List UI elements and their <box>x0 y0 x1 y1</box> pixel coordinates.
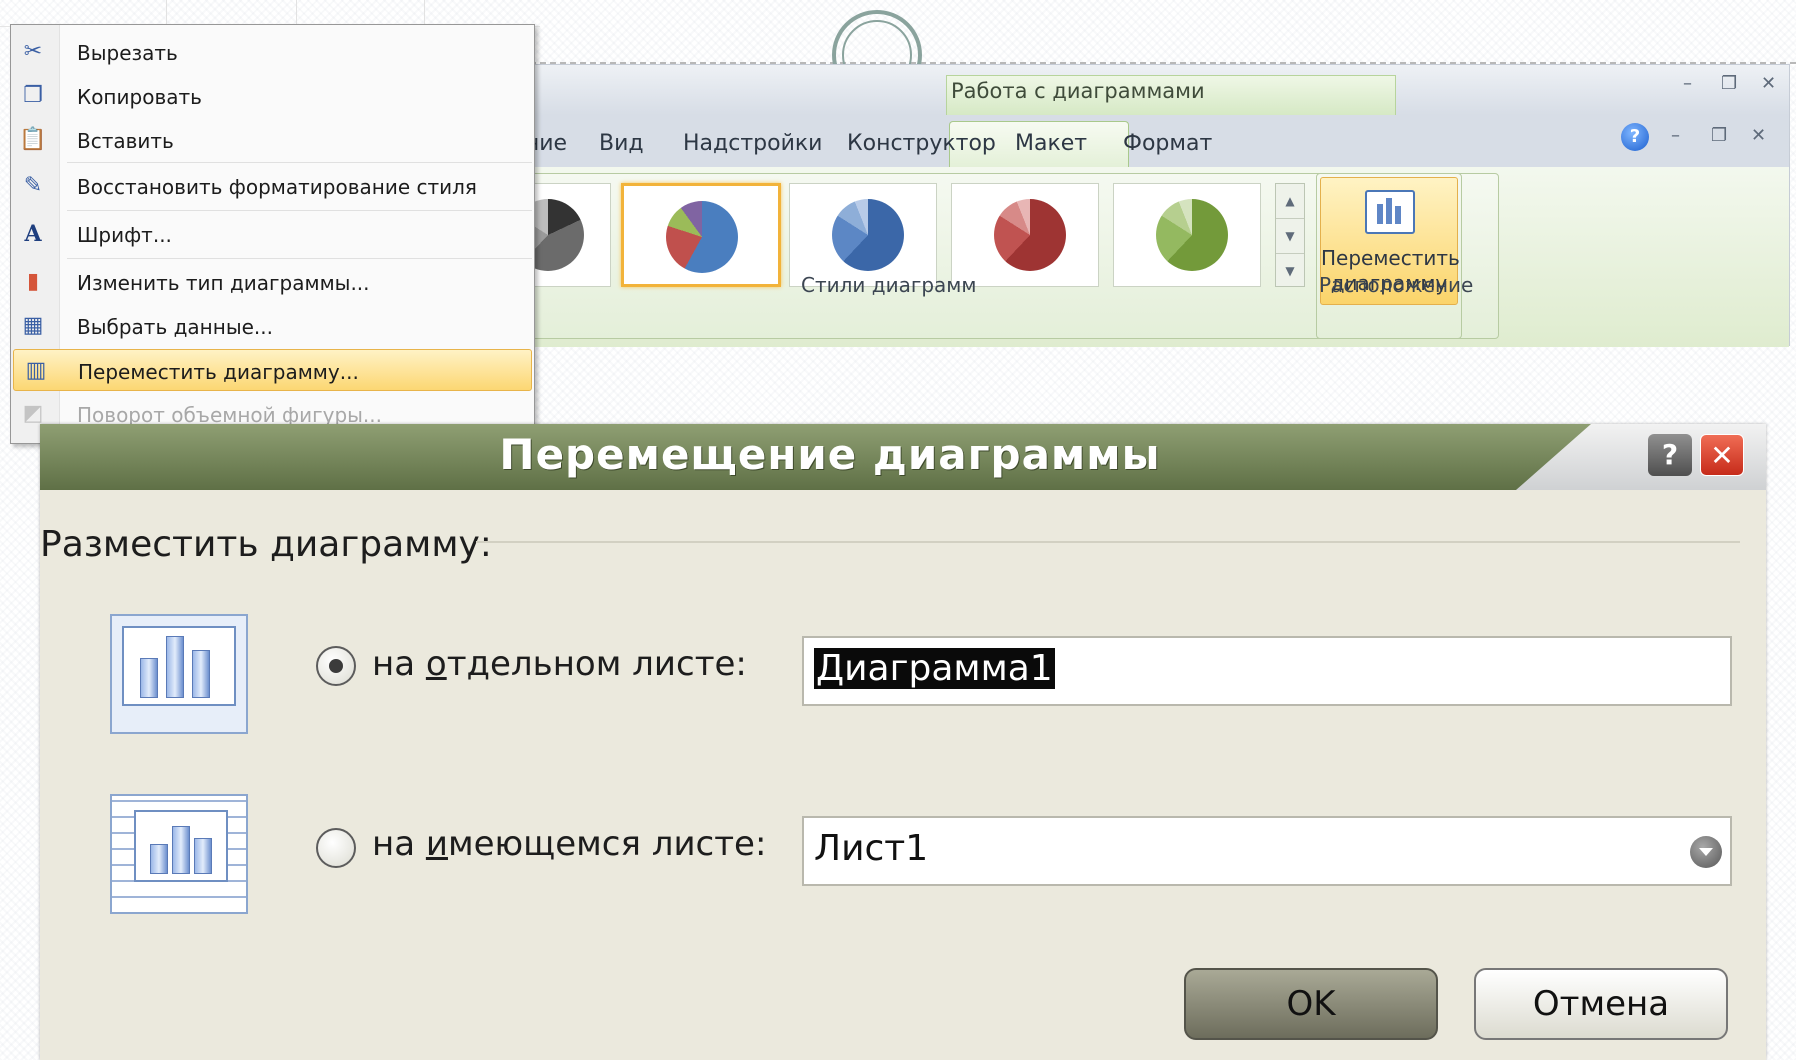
chart-style-2-selected[interactable] <box>621 183 781 287</box>
scroll-up-icon[interactable]: ▲ <box>1276 184 1304 219</box>
tab-format[interactable]: Формат <box>1123 131 1212 156</box>
existing-sheet-label: на имеющемся листе: <box>372 824 767 864</box>
chart-styles-group-label: Стили диаграмм <box>801 273 977 297</box>
ribbon-close-icon[interactable]: ✕ <box>1751 125 1766 146</box>
dialog-close-button[interactable]: ✕ <box>1700 434 1744 476</box>
chart-style-3[interactable] <box>789 183 937 287</box>
tab-design[interactable]: Конструктор <box>847 131 996 156</box>
dialog-title: Перемещение диаграммы <box>499 430 1161 479</box>
chart-type-icon: ▮ <box>26 269 40 294</box>
chart-style-4[interactable] <box>951 183 1099 287</box>
cancel-button[interactable]: Отмена <box>1474 968 1728 1040</box>
menu-item-paste[interactable]: 📋 Вставить <box>11 119 534 161</box>
new-sheet-label: на отдельном листе: <box>372 644 747 684</box>
scroll-down-icon[interactable]: ▼ <box>1276 219 1304 254</box>
styles-gallery-scroller[interactable]: ▲ ▼ ▼ <box>1275 183 1305 287</box>
new-sheet-name-input[interactable]: Диаграмма1 <box>802 636 1732 706</box>
menu-separator <box>67 210 532 211</box>
existing-sheet-chart-icon <box>110 794 248 914</box>
close-window-icon[interactable]: ✕ <box>1761 73 1776 94</box>
section-divider <box>476 541 1740 543</box>
menu-item-reset-style[interactable]: ✎ Восстановить форматирование стиля <box>11 165 534 207</box>
existing-sheet-combobox[interactable]: Лист1 <box>802 816 1732 886</box>
gallery-more-icon[interactable]: ▼ <box>1276 254 1304 288</box>
scissors-icon: ✂ <box>23 39 43 64</box>
font-icon: A <box>24 221 42 247</box>
ribbon-minimize-icon[interactable]: – <box>1671 125 1680 146</box>
move-chart-icon <box>1365 190 1415 234</box>
ok-button[interactable]: OK <box>1184 968 1438 1040</box>
menu-separator <box>67 258 532 259</box>
pie-preview-icon <box>666 201 738 273</box>
copy-icon: ❐ <box>23 83 43 108</box>
chart-style-5[interactable] <box>1113 183 1261 287</box>
context-menu: ✂ Вырезать ❐ Копировать 📋 Вставить ✎ Вос… <box>10 24 535 444</box>
location-group-label: Расположение <box>1319 273 1474 297</box>
select-data-icon: ▦ <box>22 313 44 338</box>
menu-item-change-chart-type[interactable]: ▮ Изменить тип диаграммы... <box>11 261 534 303</box>
menu-item-font[interactable]: A Шрифт... <box>11 213 534 255</box>
reset-style-icon: ✎ <box>23 173 43 198</box>
pie-preview-icon <box>1156 199 1228 271</box>
existing-sheet-radio[interactable] <box>316 828 356 868</box>
tab-layout[interactable]: Макет <box>1015 131 1087 156</box>
move-chart-icon: ▥ <box>25 358 47 383</box>
pie-preview-icon <box>994 199 1066 271</box>
menu-separator <box>67 162 532 163</box>
help-icon[interactable]: ? <box>1621 123 1649 151</box>
minimize-icon[interactable]: – <box>1683 73 1692 94</box>
paste-icon: 📋 <box>19 127 47 152</box>
new-sheet-radio[interactable] <box>316 646 356 686</box>
sheet-gridlines <box>0 0 540 27</box>
menu-item-select-data[interactable]: ▦ Выбрать данные... <box>11 305 534 347</box>
excel-ribbon: Работа с диаграммами – ❐ ✕ рование Вид Н… <box>470 64 1790 347</box>
tab-addins[interactable]: Надстройки <box>683 131 822 156</box>
menu-item-cut[interactable]: ✂ Вырезать <box>11 31 534 73</box>
ribbon-restore-icon[interactable]: ❐ <box>1711 125 1727 146</box>
tab-view[interactable]: Вид <box>599 131 644 156</box>
dialog-help-button[interactable]: ? <box>1648 434 1692 476</box>
pie-preview-icon <box>832 199 904 271</box>
chart-tools-label: Работа с диаграммами <box>951 79 1205 103</box>
new-sheet-chart-icon <box>110 614 248 734</box>
place-chart-label: Разместить диаграмму: <box>40 524 492 565</box>
restore-icon[interactable]: ❐ <box>1721 73 1737 94</box>
menu-item-copy[interactable]: ❐ Копировать <box>11 75 534 117</box>
move-chart-dialog: Перемещение диаграммы ? ✕ Разместить диа… <box>40 424 1766 1060</box>
chevron-down-icon[interactable] <box>1690 836 1722 868</box>
radio-selected-dot <box>329 659 343 673</box>
menu-item-move-chart[interactable]: ▥ Переместить диаграмму... <box>13 349 532 391</box>
